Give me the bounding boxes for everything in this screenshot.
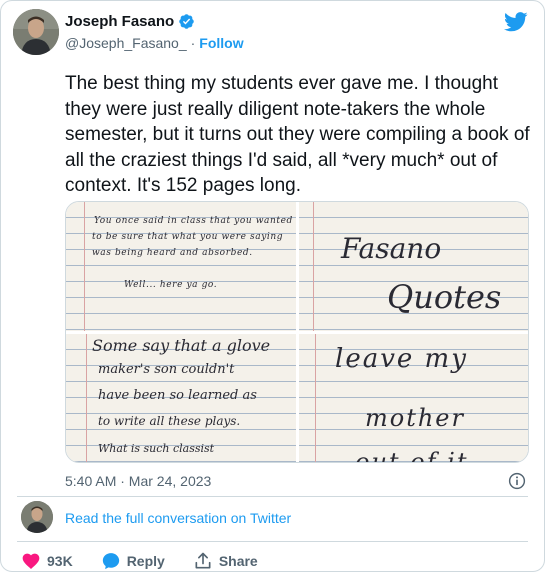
note-line: out of it <box>355 448 469 463</box>
author-name-text[interactable]: Joseph Fasano <box>65 13 174 30</box>
photo-fasano-quotes[interactable]: Fasano Quotes <box>299 202 528 331</box>
share-upload-icon <box>195 552 211 569</box>
share-label: Share <box>218 553 258 569</box>
author-avatar[interactable] <box>13 9 59 55</box>
twitter-bird-icon[interactable] <box>504 11 528 33</box>
reply-bubble-icon <box>102 553 119 570</box>
reply-label: Reply <box>126 553 165 569</box>
handle-separator: · <box>190 35 196 51</box>
note-line: was being heard and absorbed. <box>92 248 253 258</box>
note-line: maker's son couldn't <box>98 362 235 377</box>
info-icon[interactable] <box>508 472 526 490</box>
margin-line <box>86 334 87 462</box>
photo-leave-my-mother[interactable]: leave my mother out of it <box>299 334 528 463</box>
tweet-text: The best thing my students ever gave me.… <box>65 73 530 196</box>
verified-badge-icon <box>178 13 195 30</box>
margin-line <box>84 202 85 331</box>
note-line: have been so learned as <box>98 388 257 403</box>
note-line: Some say that a glove <box>92 336 271 355</box>
note-line: to be sure that what you were saying <box>92 232 284 242</box>
follow-link[interactable]: Follow <box>199 35 243 51</box>
like-button[interactable]: 93K <box>21 551 73 571</box>
note-line: What is such classist <box>98 442 215 455</box>
reply-button[interactable]: Reply <box>101 551 165 571</box>
cover-title-line: Quotes <box>387 278 502 316</box>
author-handle[interactable]: @Joseph_Fasano_ <box>65 35 187 51</box>
note-line: leave my <box>335 344 468 374</box>
divider <box>17 496 528 497</box>
author-name[interactable]: Joseph Fasano <box>65 13 195 30</box>
tweet-card: Joseph Fasano @Joseph_Fasano_ · Follow T… <box>0 0 545 572</box>
tweet-timestamp[interactable]: 5:40 AM · Mar 24, 2023 <box>65 473 211 489</box>
photo-glove-maker[interactable]: Some say that a glove maker's son couldn… <box>66 334 296 462</box>
conversation-avatar[interactable] <box>21 501 53 533</box>
margin-line <box>315 334 316 462</box>
heart-icon <box>22 553 40 569</box>
photo-note-intro[interactable]: You once said in class that you wanted t… <box>66 202 296 331</box>
like-count: 93K <box>47 553 73 569</box>
note-line: mother <box>365 404 465 432</box>
media-grid[interactable]: You once said in class that you wanted t… <box>65 201 529 463</box>
read-conversation-link[interactable]: Read the full conversation on Twitter <box>65 510 291 526</box>
cover-title-line: Fasano <box>341 232 442 265</box>
action-bar: 93K Reply Share <box>21 551 286 571</box>
note-line: Well... here ya go. <box>124 280 218 290</box>
margin-line <box>313 202 314 331</box>
note-line: to write all these plays. <box>98 414 241 428</box>
share-button[interactable]: Share <box>193 551 258 571</box>
divider <box>17 541 528 542</box>
note-line: You once said in class that you wanted <box>94 216 293 226</box>
handle-row: @Joseph_Fasano_ · Follow <box>65 35 244 51</box>
